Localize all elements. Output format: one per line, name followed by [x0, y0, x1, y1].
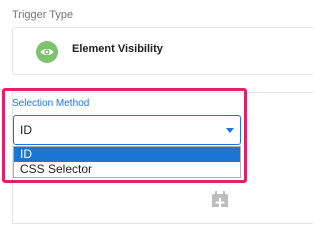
eye-icon	[36, 41, 58, 63]
calendar-add-icon[interactable]	[209, 190, 231, 207]
highlight-annotation-box	[2, 88, 247, 183]
trigger-type-name: Element Visibility	[72, 43, 163, 55]
trigger-type-label: Trigger Type	[12, 9, 74, 21]
trigger-type-card[interactable]: Element Visibility	[12, 27, 313, 75]
